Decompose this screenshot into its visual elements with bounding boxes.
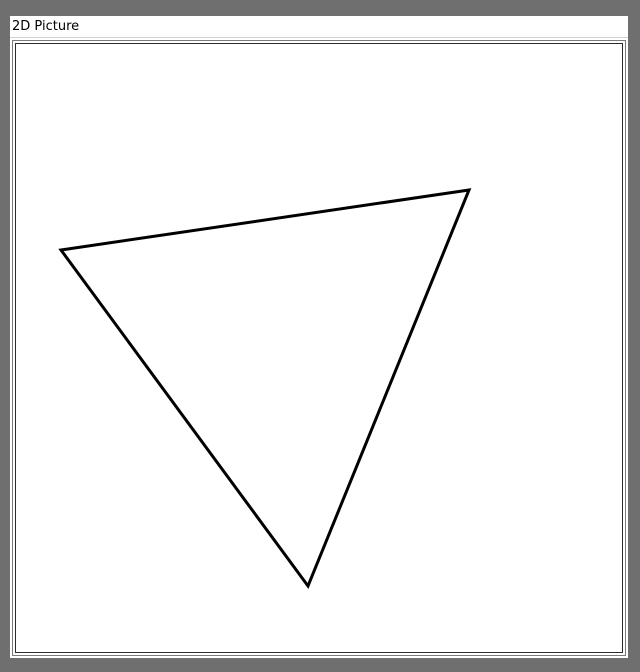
triangle-shape[interactable] — [58, 188, 472, 590]
drawing-area[interactable] — [15, 43, 623, 653]
window-titlebar[interactable]: 2D Picture — [10, 16, 628, 38]
drawing-canvas[interactable] — [16, 44, 622, 652]
picture-frame — [12, 40, 626, 656]
window-title: 2D Picture — [12, 19, 80, 34]
picture-window: 2D Picture — [10, 16, 628, 658]
